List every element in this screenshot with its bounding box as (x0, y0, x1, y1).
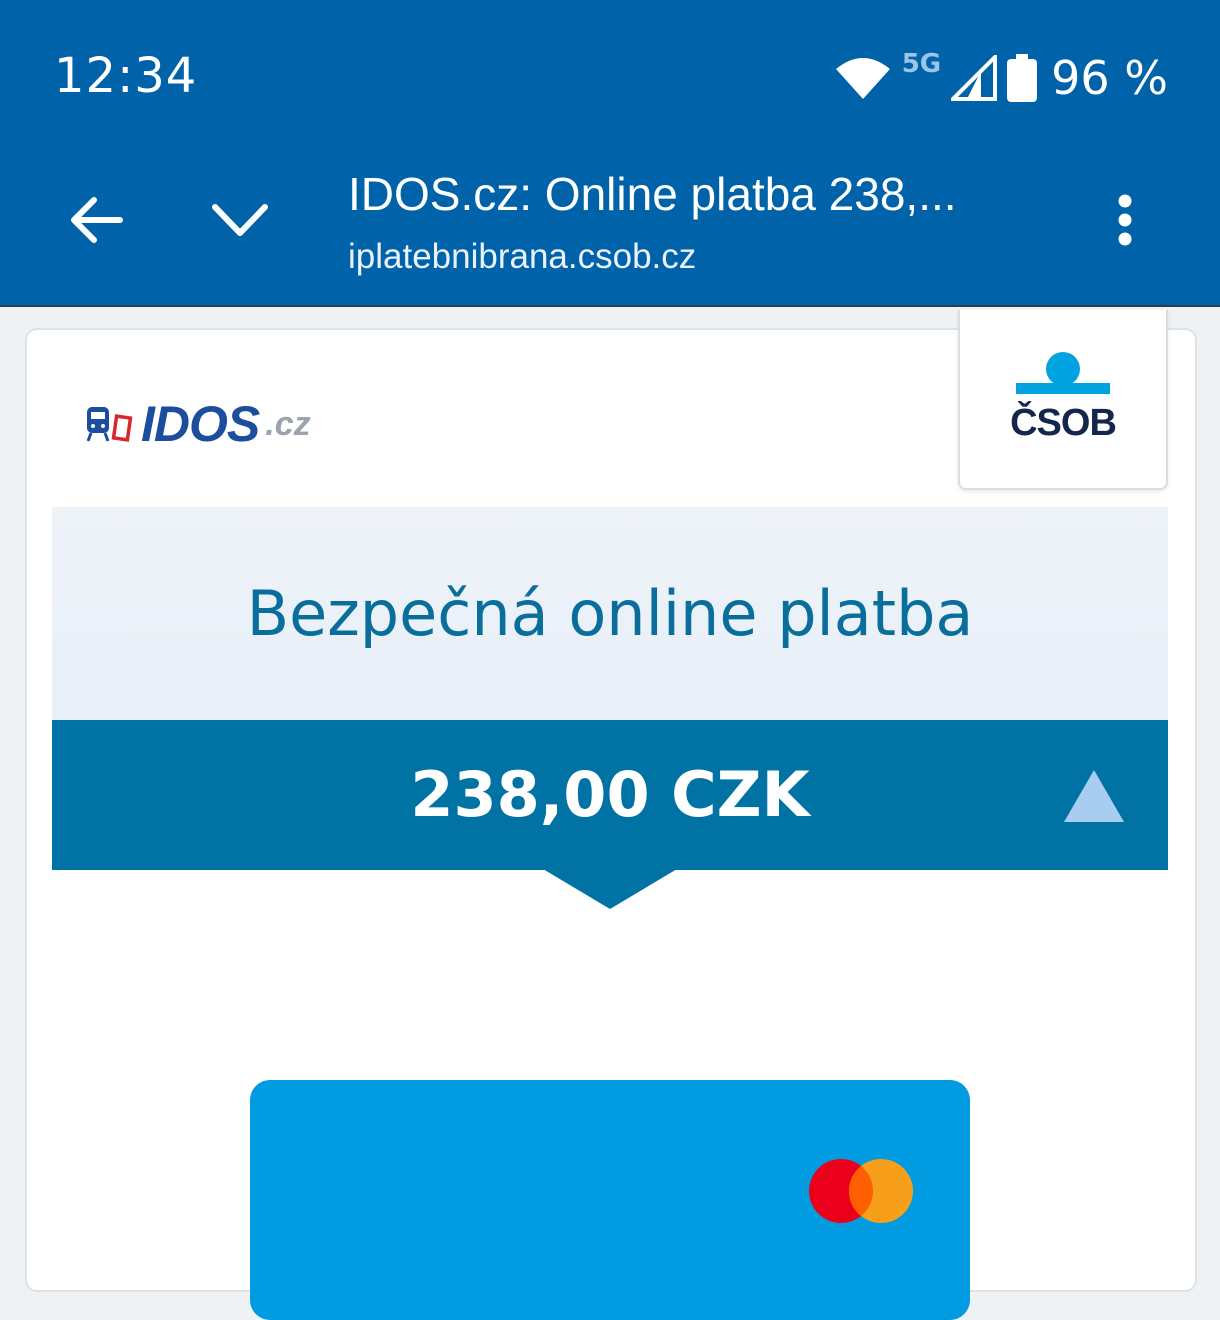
browser-toolbar: IDOS.cz: Online platba 238,... iplatebni… (0, 145, 1220, 307)
wifi-icon (835, 58, 890, 99)
bank-logo: ČSOB (958, 310, 1168, 490)
bank-name: ČSOB (1010, 402, 1117, 444)
status-bar: 12:34 5G 96 % (0, 0, 1220, 145)
back-button[interactable] (62, 185, 132, 255)
train-ticket-icon (86, 407, 133, 442)
payment-amount: 238,00 CZK (410, 758, 810, 831)
amount-summary-toggle[interactable]: 238,00 CZK (52, 720, 1168, 870)
heading-panel: Bezpečná online platba (52, 507, 1168, 720)
chevron-down-icon (212, 204, 268, 236)
minimize-button[interactable] (205, 185, 275, 255)
merchant-domain-suffix: .cz (265, 404, 311, 443)
triangle-up-icon[interactable] (1062, 768, 1126, 824)
csob-emblem-icon (1016, 352, 1110, 394)
network-type: 5G (901, 49, 942, 79)
battery-level: 96 % (1051, 51, 1168, 105)
overflow-menu-button[interactable] (1095, 185, 1155, 255)
more-vert-icon (1118, 194, 1132, 246)
merchant-logo: IDOS .cz (85, 395, 311, 453)
battery-icon (1007, 54, 1038, 102)
page-title: IDOS.cz: Online platba 238,... (348, 168, 957, 220)
mastercard-icon (809, 1159, 913, 1223)
clock: 12:34 (54, 48, 198, 104)
merchant-name: IDOS (141, 396, 260, 452)
amount-pointer-arrow (543, 869, 677, 909)
page-url: iplatebnibrana.csob.cz (348, 237, 697, 276)
cell-signal-icon (951, 55, 998, 101)
back-arrow-icon (71, 197, 123, 243)
status-icons: 5G 96 % (834, 48, 1168, 108)
payment-heading: Bezpečná online platba (246, 577, 974, 650)
